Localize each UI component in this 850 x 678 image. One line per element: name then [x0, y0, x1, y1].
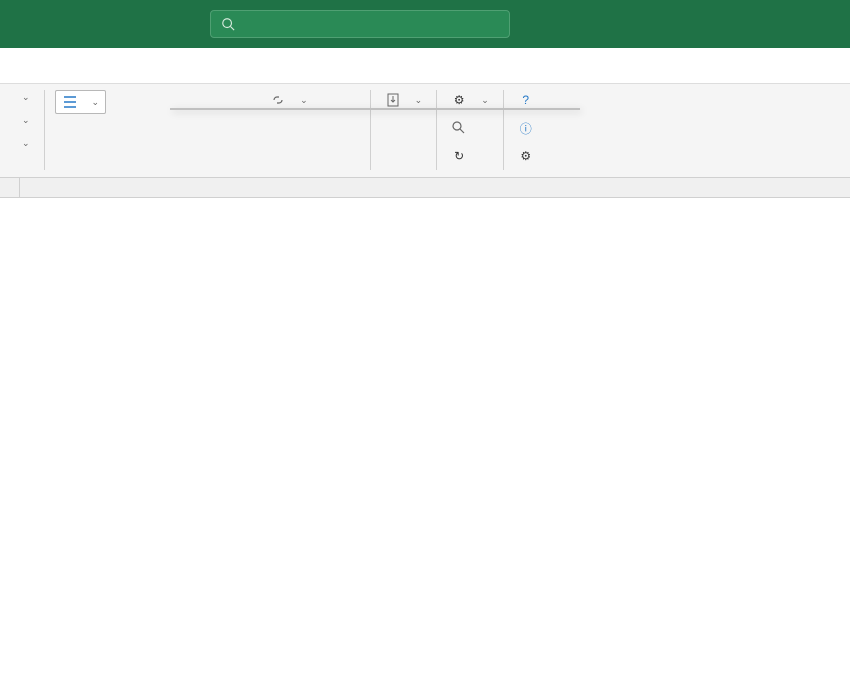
import-icon: [385, 92, 401, 108]
toolbar-group-4: ⌄: [371, 84, 437, 116]
titlebar: [0, 0, 850, 48]
gear-icon: ⚙: [518, 148, 534, 164]
chevron-down-icon: ⌄: [92, 97, 100, 108]
chevron-down-icon: ⌄: [22, 115, 30, 126]
chevron-down-icon: ⌄: [22, 138, 30, 149]
web-button[interactable]: ⌄: [266, 90, 312, 110]
toolbar-group-2: ⌄: [45, 84, 117, 120]
refresh-icon: ↻: [451, 148, 467, 164]
info-button[interactable]: ⓘ: [514, 118, 544, 138]
columns-rows-button[interactable]: ⌄: [10, 90, 34, 105]
list-icon: [62, 94, 78, 110]
import-button[interactable]: ⌄: [381, 90, 427, 110]
chevron-down-icon: ⌄: [22, 92, 30, 103]
online-faq-button[interactable]: ?: [514, 90, 544, 110]
ribbon-tabs: [0, 48, 850, 84]
search-icon: [221, 17, 235, 31]
registered-button[interactable]: ⚙: [514, 146, 544, 166]
column-headers: [0, 178, 850, 198]
objects-remarks-button[interactable]: ⌄: [10, 113, 34, 128]
restart-tool-button[interactable]: ↻: [447, 146, 493, 166]
toolbar-group-3: ⌄: [256, 84, 322, 116]
asap-options-button[interactable]: ⚙ ⌄: [447, 90, 493, 110]
search-tool-icon: [451, 120, 467, 136]
search-start-tool-button[interactable]: [447, 118, 493, 138]
numbers-dates-button[interactable]: ⌄: [55, 90, 107, 114]
info-icon: ⓘ: [518, 120, 534, 136]
chevron-down-icon: ⌄: [300, 95, 308, 106]
search-bar[interactable]: [210, 10, 510, 38]
grid-corner[interactable]: [0, 178, 20, 197]
toolbar-group-5: ⚙ ⌄ ↻: [437, 84, 503, 184]
spreadsheet-grid[interactable]: [0, 178, 850, 678]
link-icon: [270, 92, 286, 108]
numbers-dates-dropdown: [170, 108, 580, 110]
chevron-down-icon: ⌄: [415, 95, 423, 106]
toolbar-group-6: ? ⓘ ⚙: [504, 84, 554, 184]
format-button[interactable]: ⌄: [10, 136, 34, 151]
help-icon: ?: [518, 92, 534, 108]
ribbon-toolbar: ⌄ ⌄ ⌄ ⌄ ⌄ ⌄: [0, 84, 850, 178]
toolbar-group-1: ⌄ ⌄ ⌄: [0, 84, 44, 157]
gear-icon: ⚙: [451, 92, 467, 108]
chevron-down-icon: ⌄: [481, 95, 489, 106]
